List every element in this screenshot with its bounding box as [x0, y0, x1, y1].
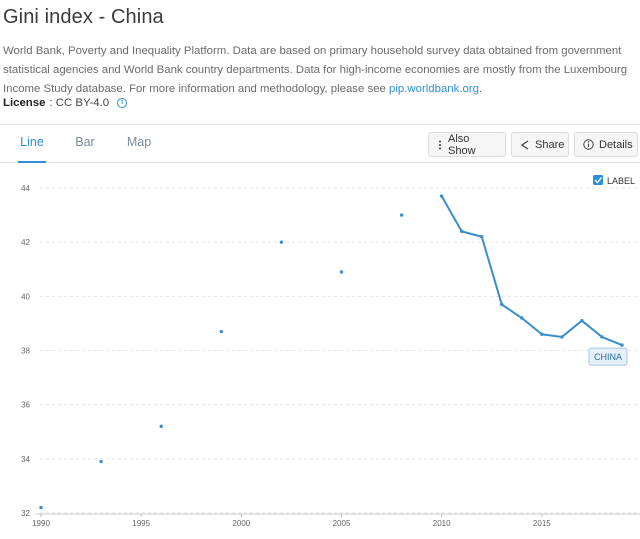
tab-map[interactable]: Map [124, 125, 154, 163]
data-point [399, 213, 404, 217]
description: World Bank, Poverty and Inequality Platf… [3, 42, 637, 99]
data-point [39, 505, 43, 510]
y-tick-label: 32 [21, 509, 30, 518]
data-point [339, 270, 344, 274]
license-value: : CC BY-4.0 [49, 97, 110, 109]
details-label: Details [599, 138, 633, 151]
data-point [580, 319, 584, 323]
share-label: Share [535, 138, 565, 151]
line-chart: 32 34 36 38 40 42 44 1990 1995 2000 2005 2010 2015 CH… [21, 175, 640, 528]
series-line [440, 195, 623, 347]
also-show-button[interactable]: Also Show [428, 132, 506, 157]
data-point [460, 229, 464, 234]
tab-line[interactable]: Line [18, 125, 46, 163]
also-show-label: Also Show [448, 132, 476, 157]
description-end: . [478, 83, 483, 95]
details-button[interactable]: Details [574, 132, 638, 157]
data-point [500, 302, 504, 307]
share-button[interactable]: Share [511, 132, 569, 157]
x-tick-label: 1995 [132, 519, 150, 528]
data-point [520, 316, 524, 320]
label-checkbox[interactable] [593, 175, 603, 185]
info-circle-icon [583, 139, 594, 150]
x-tick-label: 2000 [232, 519, 250, 528]
y-tick-label: 34 [21, 455, 30, 464]
share-icon [520, 139, 530, 150]
data-point [600, 335, 604, 339]
tab-bar: Line Bar Map Also Show Share Details [0, 125, 640, 163]
info-icon[interactable]: i [117, 98, 128, 108]
page-title: Gini index - China [3, 6, 164, 28]
data-point [279, 240, 284, 244]
data-point [540, 332, 544, 336]
license: License : CC BY-4.0 i [3, 97, 128, 109]
data-point [620, 343, 624, 347]
y-tick-label: 44 [21, 184, 30, 193]
x-tick-label: 2015 [533, 519, 551, 528]
data-point [159, 424, 163, 429]
data-point [219, 329, 223, 334]
data-point [99, 459, 103, 464]
x-tick-label: 2005 [333, 519, 351, 528]
source-link[interactable]: pip.worldbank.org [389, 83, 479, 95]
series-label: CHINA [594, 352, 622, 362]
label-checkbox-text: LABEL [607, 176, 635, 186]
license-label: License [3, 97, 46, 109]
y-tick-label: 38 [21, 347, 30, 356]
more-vertical-icon [437, 140, 443, 150]
description-text: World Bank, Poverty and Inequality Platf… [3, 45, 628, 95]
x-tick-label: 2010 [433, 519, 451, 528]
tab-bar-chart[interactable]: Bar [72, 125, 98, 163]
y-tick-label: 36 [21, 401, 30, 410]
y-tick-label: 42 [21, 238, 30, 247]
data-point [439, 194, 444, 198]
data-point [480, 235, 484, 239]
x-tick-label: 1990 [32, 519, 50, 528]
data-point [560, 335, 564, 339]
y-tick-label: 40 [21, 292, 30, 301]
